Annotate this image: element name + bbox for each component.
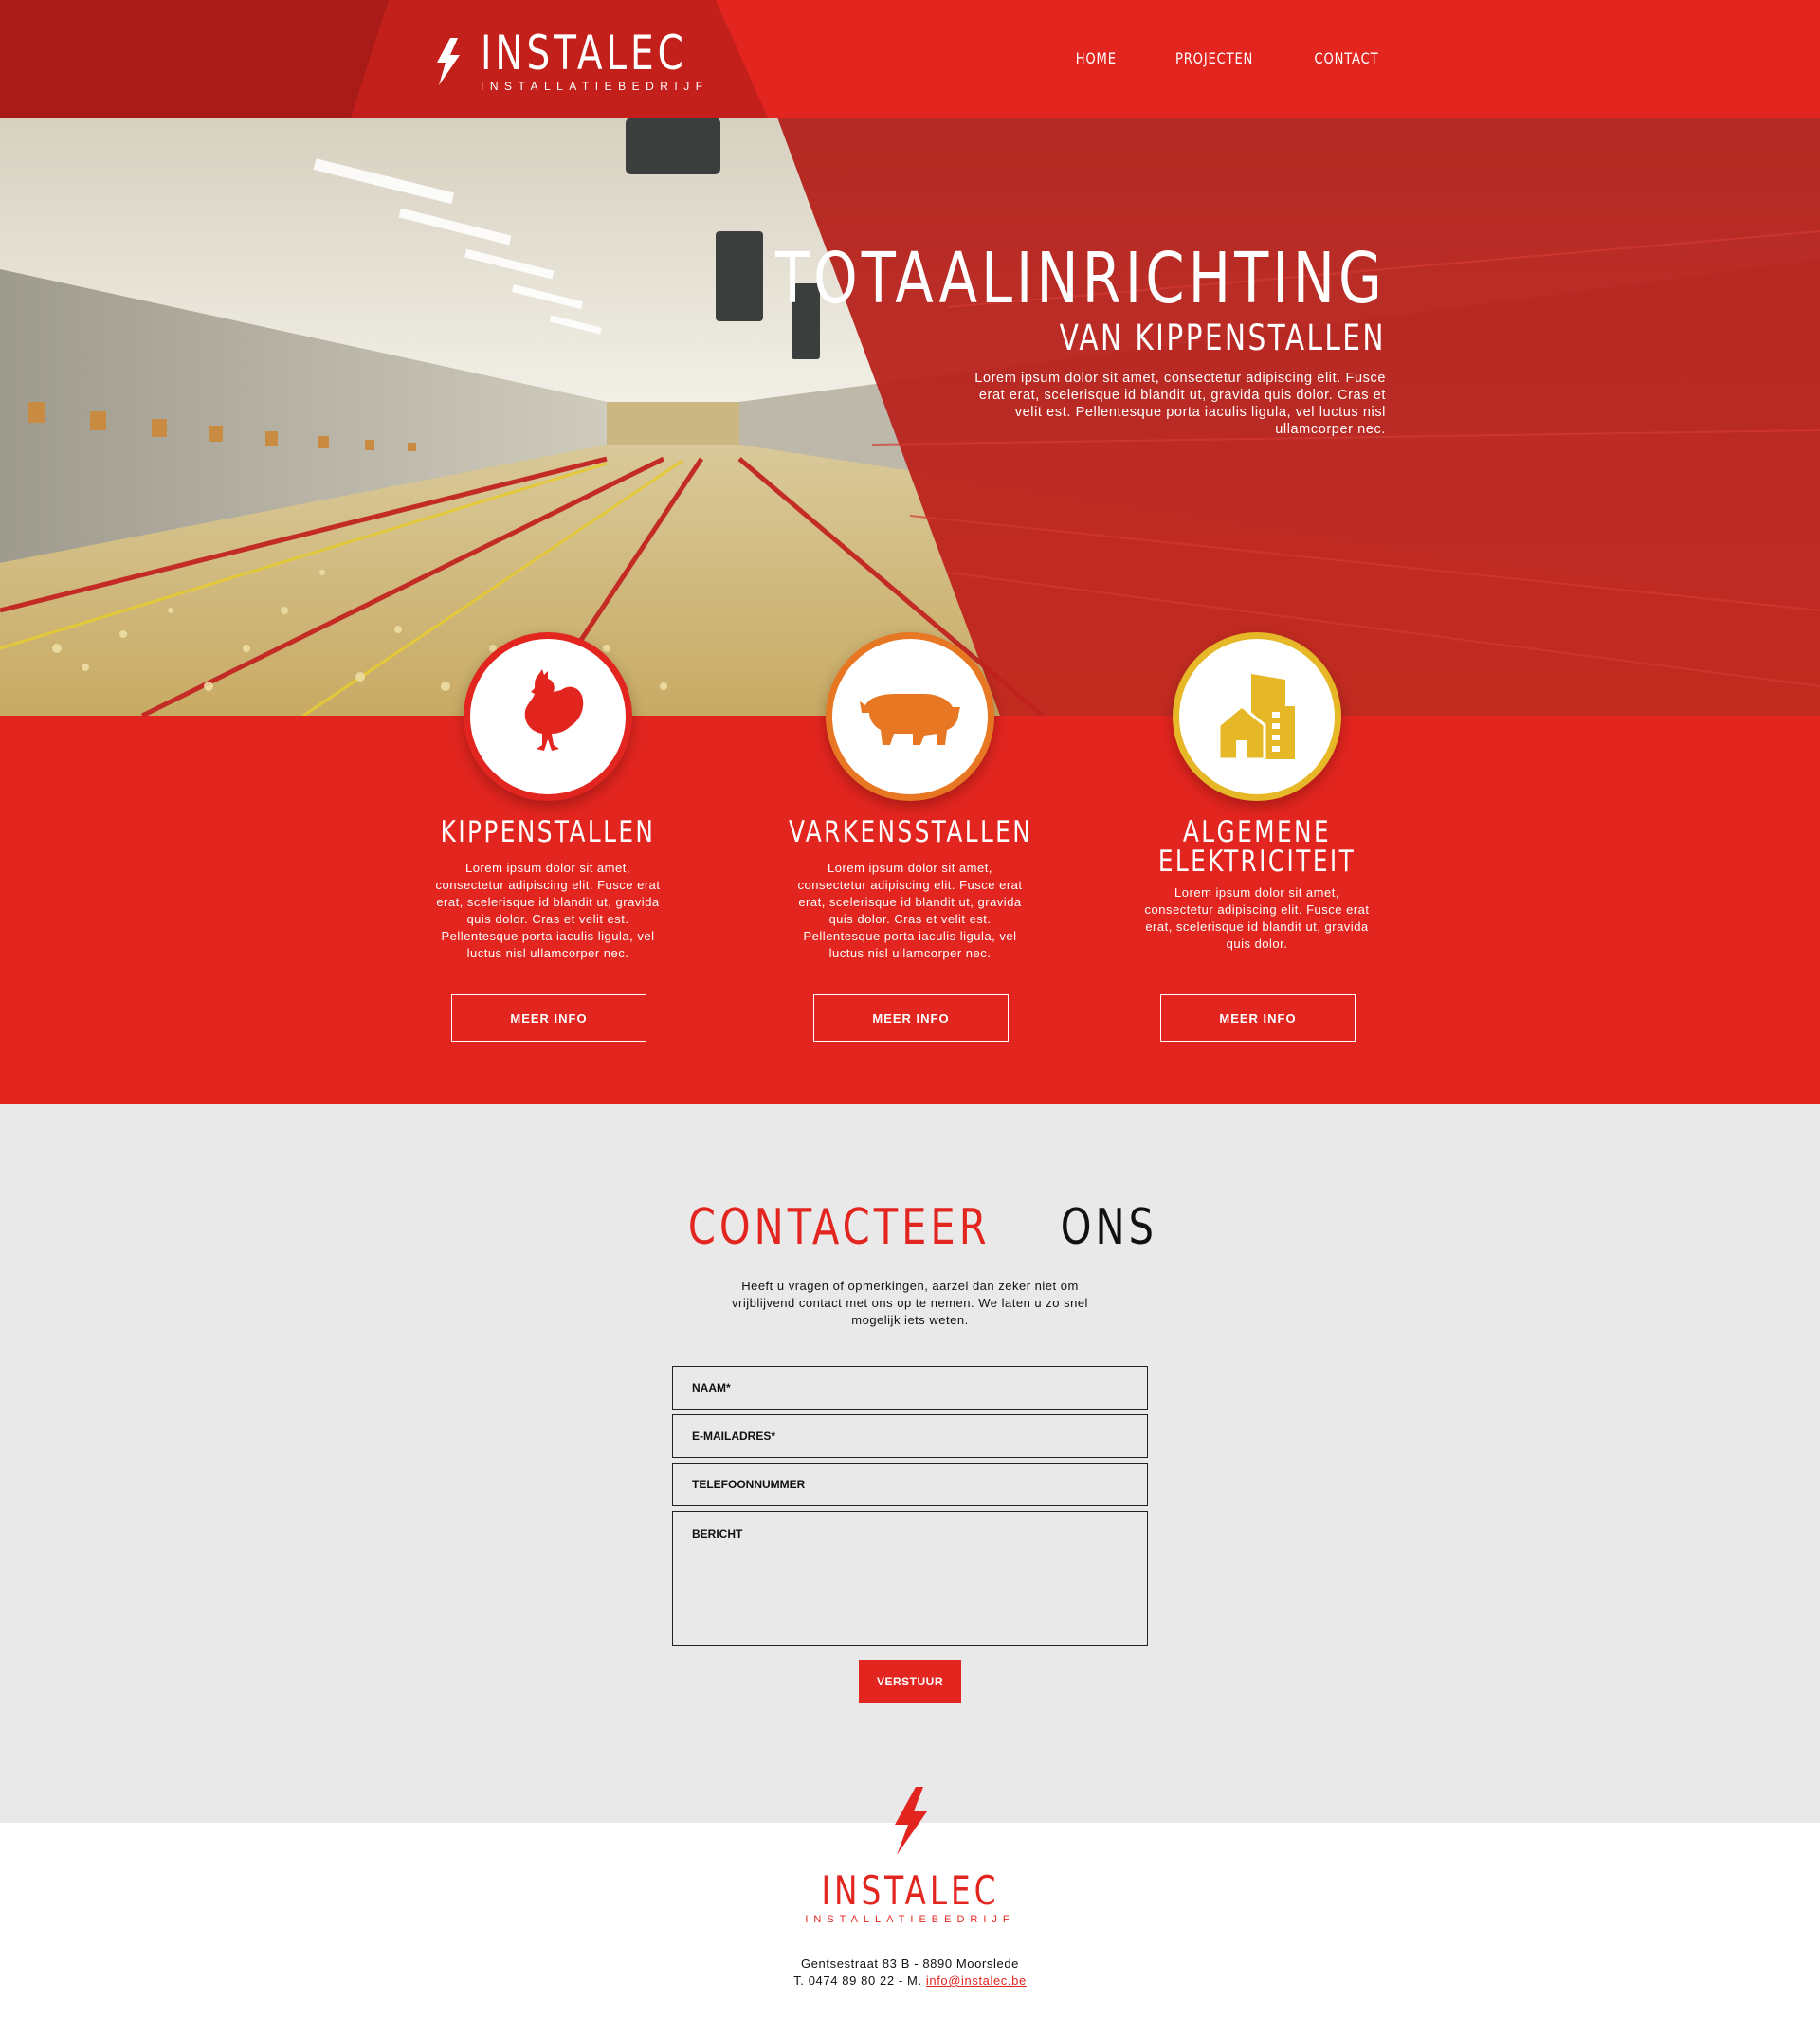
footer-logo[interactable]: INSTALEC INSTALLATIEBEDRIJF — [0, 1869, 1820, 1926]
service-text: Lorem ipsum dolor sit amet, consectetur … — [1144, 885, 1370, 951]
footer-address-block: Gentsestraat 83 B - 8890 Moorslede T. 04… — [0, 1956, 1820, 1990]
contact-section: CONTACTEER ONS Heeft u vragen of opmerki… — [0, 1104, 1820, 1823]
main-nav: HOME PROJECTEN CONTACT — [1071, 49, 1386, 67]
service-icon-circle — [464, 632, 632, 801]
service-title: VARKENSSTALLEN — [789, 815, 1033, 849]
service-text: Lorem ipsum dolor sit amet, consectetur … — [435, 861, 661, 960]
logo-tagline: INSTALLATIEBEDRIJF — [481, 80, 709, 93]
services-section: KIPPENSTALLEN Lorem ipsum dolor sit amet… — [0, 632, 1820, 1104]
pig-icon — [860, 694, 960, 745]
contact-title-black: ONS — [1060, 1199, 1158, 1256]
submit-button[interactable]: VERSTUUR — [859, 1660, 961, 1703]
footer-email-link[interactable]: info@instalec.be — [926, 1974, 1027, 1988]
site-logo[interactable]: INSTALEC INSTALLATIEBEDRIJF — [431, 28, 745, 95]
email-field[interactable] — [672, 1414, 1148, 1458]
service-title: KIPPENSTALLEN — [440, 815, 656, 849]
site-header: INSTALEC INSTALLATIEBEDRIJF HOME PROJECT… — [0, 0, 1820, 118]
footer-logo-tagline: INSTALLATIEBEDRIJF — [805, 1914, 1015, 1925]
nav-home[interactable]: HOME — [1076, 49, 1117, 67]
building-icon — [1217, 674, 1295, 759]
chicken-icon — [524, 669, 584, 751]
hero-subtitle: VAN KIPPENSTALLEN — [1059, 318, 1386, 358]
service-text: Lorem ipsum dolor sit amet, consectetur … — [797, 861, 1023, 960]
phone-field[interactable] — [672, 1463, 1148, 1506]
hero-text: Lorem ipsum dolor sit amet, consectetur … — [974, 371, 1386, 437]
hero-heading-block: TOTAALINRICHTING VAN KIPPENSTALLEN Lorem… — [623, 241, 1386, 438]
logo-text: INSTALEC INSTALLATIEBEDRIJF — [481, 29, 745, 94]
contact-title-red: CONTACTEER — [687, 1199, 991, 1256]
service-icon-circle — [1173, 632, 1341, 801]
service-icon-circle — [826, 632, 994, 801]
lightning-bolt-icon — [437, 38, 460, 85]
footer-logo-name: INSTALEC — [821, 1867, 999, 1914]
meer-info-button[interactable]: MEER INFO — [813, 994, 1009, 1042]
nav-projecten[interactable]: PROJECTEN — [1175, 49, 1253, 67]
service-title: ALGEMENE ELEKTRICITEIT — [1157, 815, 1356, 879]
message-field[interactable] — [672, 1511, 1148, 1646]
meer-info-button[interactable]: MEER INFO — [451, 994, 646, 1042]
name-field[interactable] — [672, 1366, 1148, 1410]
meer-info-button[interactable]: MEER INFO — [1160, 994, 1356, 1042]
contact-title: CONTACTEER ONS — [0, 1199, 1820, 1256]
footer-contact-line: T. 0474 89 80 22 - M. info@instalec.be — [0, 1973, 1820, 1990]
hero-title: TOTAALINRICHTING — [775, 238, 1386, 319]
footer-phone: T. 0474 89 80 22 - M. — [793, 1974, 922, 1988]
footer-address: Gentsestraat 83 B - 8890 Moorslede — [801, 1956, 1019, 1971]
nav-contact[interactable]: CONTACT — [1315, 49, 1379, 67]
footer-lightning-bolt-icon — [895, 1787, 927, 1855]
logo-name: INSTALEC — [481, 26, 687, 81]
hero-section: TOTAALINRICHTING VAN KIPPENSTALLEN Lorem… — [0, 118, 1820, 716]
contact-intro: Heeft u vragen of opmerkingen, aarzel da… — [732, 1279, 1088, 1327]
